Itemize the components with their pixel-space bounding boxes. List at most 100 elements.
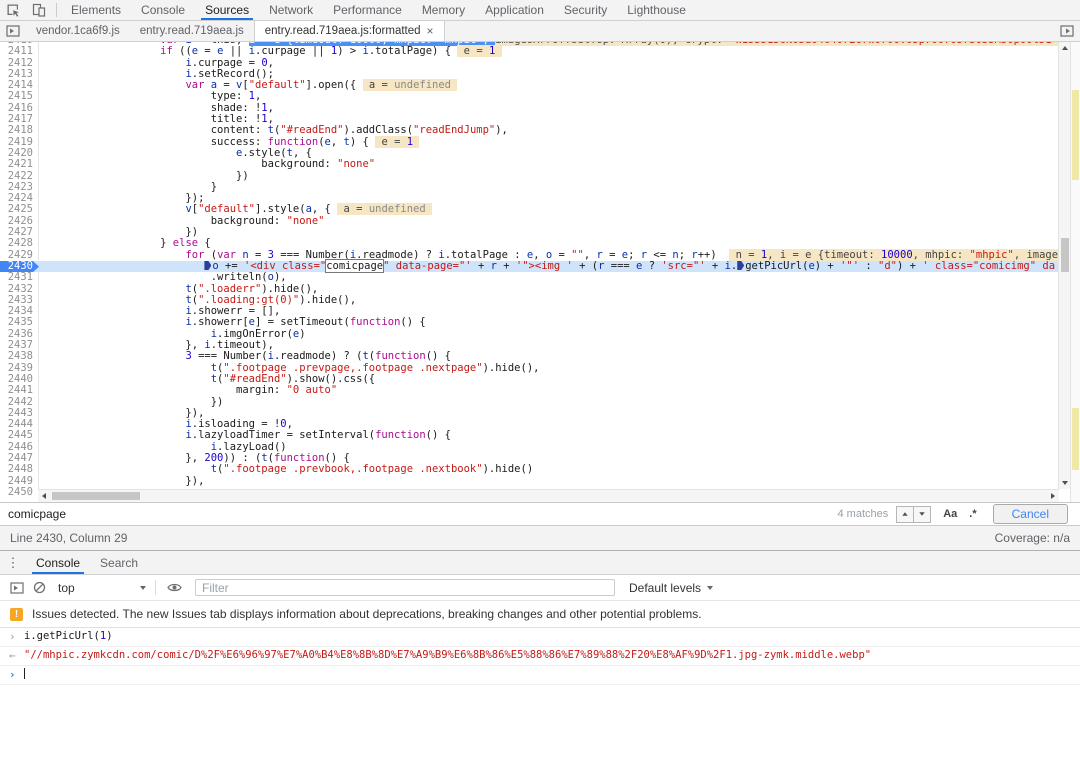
tab-performance[interactable]: Performance [323, 0, 412, 20]
code-token [59, 316, 185, 328]
code-token: ) > [337, 45, 362, 57]
context-selector-value: top [58, 581, 75, 595]
debugger-sidebar-toggle-icon[interactable] [1054, 21, 1080, 41]
code-token: ".loading:gt(0)" [198, 294, 299, 306]
code-token [59, 418, 185, 430]
match-case-button[interactable]: Aa [943, 508, 957, 520]
line-number[interactable]: 2421 [0, 159, 39, 170]
tab-console[interactable]: Console [131, 0, 195, 20]
tab-memory[interactable]: Memory [412, 0, 475, 20]
console-sidebar-toggle-icon[interactable] [6, 575, 28, 600]
find-bar: 4 matches Aa .* Cancel [0, 503, 1080, 526]
console-prompt[interactable]: › [0, 666, 1080, 685]
code-token: function [375, 429, 426, 441]
scroll-left-arrow-icon[interactable] [38, 490, 50, 502]
regex-button[interactable]: .* [969, 508, 976, 520]
code-token: '"><img ' [516, 260, 573, 272]
code-token: ".loaderr" [198, 283, 261, 295]
code-token: .totalPage : [445, 249, 527, 261]
search-match-marker [1072, 90, 1079, 180]
code-line[interactable]: }), [39, 476, 204, 487]
file-tab[interactable]: entry.read.719aea.js [130, 21, 254, 41]
code-token: + [472, 260, 491, 272]
code-token: , { [293, 147, 312, 159]
code-token [413, 136, 419, 148]
line-number[interactable]: 2411 [0, 46, 39, 57]
code-token: , [268, 102, 274, 114]
code-token [59, 79, 185, 91]
tab-lighthouse[interactable]: Lighthouse [617, 0, 696, 20]
tab-security[interactable]: Security [554, 0, 617, 20]
file-tab[interactable]: vendor.1ca6f9.js [26, 21, 130, 41]
drawer-tab-search[interactable]: Search [90, 551, 148, 574]
code-token: for [185, 249, 204, 261]
code-token: .writeln( [59, 271, 268, 283]
line-number[interactable]: 2438 [0, 351, 39, 362]
tab-application[interactable]: Application [475, 0, 554, 20]
context-selector[interactable]: top [56, 581, 148, 595]
code-token: margin: [59, 384, 287, 396]
code-token: e = [457, 45, 489, 57]
line-number[interactable]: 2430 [0, 261, 39, 272]
code-token: .isloading = ! [192, 418, 281, 430]
line-number[interactable]: 2445 [0, 430, 39, 441]
search-input[interactable] [0, 503, 829, 525]
drawer-menu-icon[interactable]: ⋮ [0, 555, 26, 571]
line-number[interactable]: 2450 [0, 487, 39, 498]
line-number[interactable]: 2429 [0, 250, 39, 261]
inline-breakpoint-marker[interactable] [204, 261, 211, 270]
line-number[interactable]: 2428 [0, 238, 39, 249]
toolbar-separator [56, 3, 57, 17]
chevron-down-icon [140, 586, 146, 590]
code-token: undefined [394, 79, 451, 91]
inspect-icon[interactable] [0, 0, 26, 20]
code-token [59, 441, 211, 453]
code-token: , imagesA [1014, 249, 1059, 261]
code-token: .showerr[ [192, 316, 249, 328]
code-token: , [268, 57, 274, 69]
file-tabbar: vendor.1ca6f9.jsentry.read.719aea.jsentr… [0, 21, 1080, 42]
horizontal-scrollbar[interactable] [38, 489, 1059, 502]
line-number[interactable]: 2418 [0, 125, 39, 136]
tab-network[interactable]: Network [259, 0, 323, 20]
issues-message: Issues detected. The new Issues tab disp… [32, 607, 702, 621]
console-filter-input[interactable] [195, 579, 615, 596]
clear-console-icon[interactable] [28, 575, 50, 600]
console-drawer: ⋮ ConsoleSearch top Default levels [0, 551, 1080, 762]
previous-match-button[interactable] [897, 507, 913, 522]
code-token: .setRecord(); [192, 68, 274, 80]
code-token: ; [679, 249, 692, 261]
code-token: }, [59, 452, 204, 464]
console-input-chevron-icon: › [9, 631, 16, 643]
devtools-window: ElementsConsoleSourcesNetworkPerformance… [0, 0, 1080, 762]
device-toolbar-icon[interactable] [26, 0, 52, 20]
live-expression-eye-icon[interactable] [163, 575, 185, 600]
code-token: .curpage = [192, 57, 262, 69]
vertical-scrollbar-thumb[interactable] [1061, 238, 1069, 272]
horizontal-scrollbar-thumb[interactable] [52, 492, 140, 500]
inline-breakpoint-marker[interactable] [737, 261, 744, 270]
cancel-button[interactable]: Cancel [993, 504, 1068, 524]
log-levels-dropdown[interactable]: Default levels [629, 581, 713, 595]
main-tabs: ElementsConsoleSourcesNetworkPerformance… [61, 0, 696, 20]
close-icon[interactable]: × [427, 25, 434, 37]
code-token: ).hide(), [299, 294, 356, 306]
scroll-right-arrow-icon[interactable] [1047, 490, 1059, 502]
tab-elements[interactable]: Elements [61, 0, 131, 20]
file-tab[interactable]: entry.read.719aea.js:formatted× [254, 21, 445, 41]
drawer-tab-console[interactable]: Console [26, 551, 90, 574]
next-match-button[interactable] [913, 507, 930, 522]
navigator-toggle-icon[interactable] [0, 21, 26, 41]
code-token [59, 373, 211, 385]
code-token: ).show().css({ [287, 373, 376, 385]
code-token [451, 79, 457, 91]
status-bar: Line 2430, Column 29 Coverage: n/a [0, 526, 1080, 551]
tab-sources[interactable]: Sources [195, 0, 259, 20]
line-number[interactable]: 2441 [0, 385, 39, 396]
code-token: += [219, 260, 244, 272]
code-token: (( [173, 45, 192, 57]
code-token: === Number( [192, 350, 268, 362]
line-number[interactable]: 2448 [0, 464, 39, 475]
issues-bar[interactable]: ! Issues detected. The new Issues tab di… [0, 601, 1080, 628]
line-number[interactable]: 2431 [0, 272, 39, 283]
